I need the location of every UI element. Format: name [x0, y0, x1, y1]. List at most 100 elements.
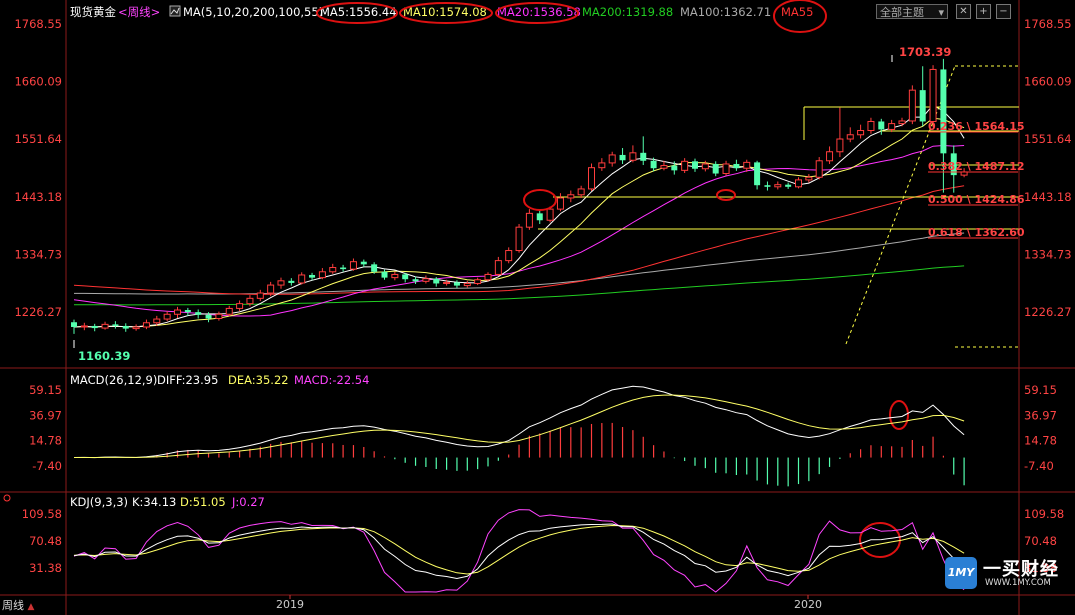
- candle-body: [640, 152, 647, 161]
- chart-canvas[interactable]: 1768.55 1768.55 1660.09 1660.09 1551.64 1551.…: [0, 0, 1075, 615]
- period-button[interactable]: 周线 ▲: [2, 598, 34, 614]
- candle-body: [588, 167, 595, 190]
- kdj-k-label: K:34.13: [132, 495, 176, 509]
- candle-body: [184, 310, 191, 313]
- macd-tick-right: 36.97: [1024, 408, 1057, 422]
- candle-body: [422, 278, 430, 282]
- fib-label: 0.382 \ 1487.12: [928, 160, 1025, 173]
- kdj-tick-left: 109.58: [22, 507, 62, 521]
- price-tick-right: 1226.27: [1024, 305, 1072, 319]
- macd-tick-right: -7.40: [1024, 459, 1054, 473]
- macd-tick-left: 59.15: [29, 383, 62, 397]
- candle-body: [660, 165, 668, 169]
- macd-tick-right: 14.78: [1024, 434, 1057, 448]
- candle-body: [349, 261, 357, 270]
- add-square-icon[interactable]: +: [976, 4, 991, 19]
- candle-body: [805, 176, 813, 181]
- candle-body: [764, 185, 771, 187]
- theme-label: 全部主题: [880, 6, 924, 19]
- candle-body: [846, 134, 854, 140]
- fib-label: 0.618 \ 1362.60: [928, 226, 1025, 239]
- candle-body: [174, 309, 181, 315]
- candle-body: [112, 324, 119, 326]
- kdj-tick-left: 31.38: [29, 561, 62, 575]
- candle-body: [650, 160, 657, 169]
- ma10-line: [73, 117, 965, 328]
- candle-body: [919, 90, 926, 122]
- header-instrument: 现货黄金: [70, 5, 116, 19]
- candle-body: [277, 280, 285, 286]
- triangle-up-icon: ▲: [27, 602, 35, 612]
- header-period: <周线>: [118, 5, 160, 19]
- header-ma200: MA200:1319.88: [582, 5, 673, 19]
- chevron-down-icon: ▾: [938, 6, 944, 19]
- annotation-circle: [716, 189, 736, 201]
- macd-value-label: MACD:-22.54: [294, 373, 369, 387]
- candle-body: [815, 160, 823, 178]
- candle-body: [80, 325, 88, 328]
- candle-body: [371, 264, 378, 272]
- candle-body: [153, 318, 161, 324]
- brand-mark: 1MY: [945, 557, 977, 589]
- remove-square-icon[interactable]: −: [996, 4, 1011, 19]
- price-tick-right: 1334.73: [1024, 247, 1072, 261]
- price-tick-right: 1768.55: [1024, 17, 1072, 31]
- macd-diff-label: DIFF:23.95: [157, 373, 218, 387]
- candle-body: [598, 162, 606, 169]
- macd-tick-left: 36.97: [29, 408, 62, 422]
- brand-url: WWW.1MY.COM: [985, 578, 1051, 588]
- pane-marker-icon: [3, 494, 11, 502]
- price-tick-left: 1660.09: [14, 75, 62, 89]
- candle-body: [857, 130, 865, 136]
- price-tick-right: 1660.09: [1024, 75, 1072, 89]
- candle-body: [743, 161, 751, 169]
- close-square-icon[interactable]: ✕: [956, 4, 971, 19]
- candle-body: [329, 267, 337, 273]
- candle-body: [826, 151, 834, 162]
- ma200-line: [74, 265, 965, 306]
- candle-body: [836, 138, 844, 153]
- candle-body: [505, 250, 513, 262]
- candle-body: [712, 163, 719, 174]
- kdj-tick-right: 70.48: [1024, 534, 1057, 548]
- candle-body: [132, 326, 140, 330]
- price-tick-right: 1551.64: [1024, 132, 1072, 146]
- kdj-k-line: [73, 523, 965, 580]
- candle-body: [701, 163, 709, 170]
- candle-body: [381, 271, 388, 278]
- candle-body: [929, 68, 937, 122]
- candle-body: [681, 160, 689, 171]
- candle-body: [494, 260, 502, 275]
- price-tick-left: 1768.55: [14, 17, 62, 31]
- candle-body: [340, 267, 347, 270]
- candle-body: [692, 161, 698, 169]
- candle-body: [898, 120, 906, 125]
- candle-body: [940, 69, 947, 154]
- low-price-label: 1160.39: [78, 349, 130, 363]
- price-tick-right: 1443.18: [1024, 190, 1072, 204]
- price-tick-left: 1226.27: [14, 305, 62, 319]
- candle-body: [391, 273, 399, 279]
- brand-logo: 1MY 一买财经 WWW.1MY.COM: [945, 555, 1058, 595]
- price-tick-left: 1334.73: [14, 247, 62, 261]
- period-label: 周线: [2, 599, 24, 612]
- candle-body: [453, 282, 460, 286]
- candle-body: [195, 312, 202, 315]
- candle-body: [443, 281, 451, 284]
- candle-body: [163, 313, 171, 320]
- x-axis-label: 2019: [276, 598, 304, 611]
- candle-body: [142, 322, 150, 328]
- candle-body: [785, 184, 792, 187]
- theme-dropdown[interactable]: 全部主题 ▾: [876, 4, 948, 19]
- price-tick-left: 1443.18: [14, 190, 62, 204]
- candle-body: [298, 274, 306, 284]
- annotation-circle: [523, 189, 557, 211]
- candle-body: [318, 271, 326, 279]
- candle-body: [619, 154, 626, 161]
- candle-body: [867, 120, 875, 132]
- candle-body: [71, 322, 77, 328]
- candle-body: [546, 208, 554, 221]
- header-ma5: MA5:1556.44: [320, 5, 397, 19]
- header-ma10: MA10:1574.08: [403, 5, 487, 19]
- high-price-label: 1703.39: [899, 45, 951, 59]
